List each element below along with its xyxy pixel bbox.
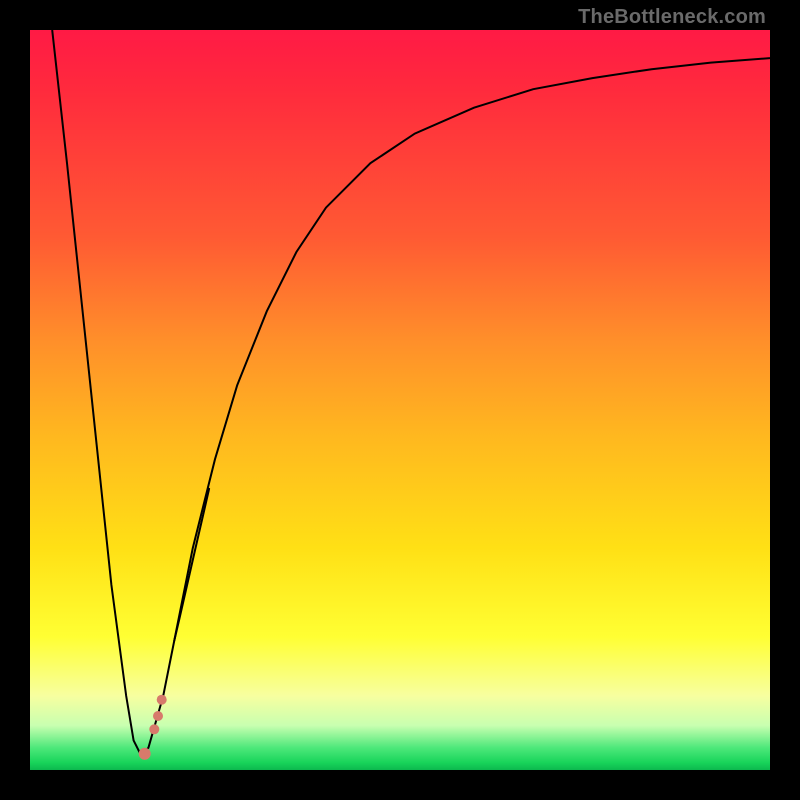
chart-frame: TheBottleneck.com (0, 0, 800, 800)
highlighted-cluster (139, 489, 209, 760)
cluster-point (153, 711, 163, 721)
chart-svg (30, 30, 770, 770)
watermark-text: TheBottleneck.com (578, 6, 766, 29)
cluster-point (149, 724, 159, 734)
cluster-point (157, 695, 167, 705)
cluster-point (139, 748, 151, 760)
bottleneck-curve (52, 30, 770, 755)
cluster-blob (174, 489, 209, 641)
